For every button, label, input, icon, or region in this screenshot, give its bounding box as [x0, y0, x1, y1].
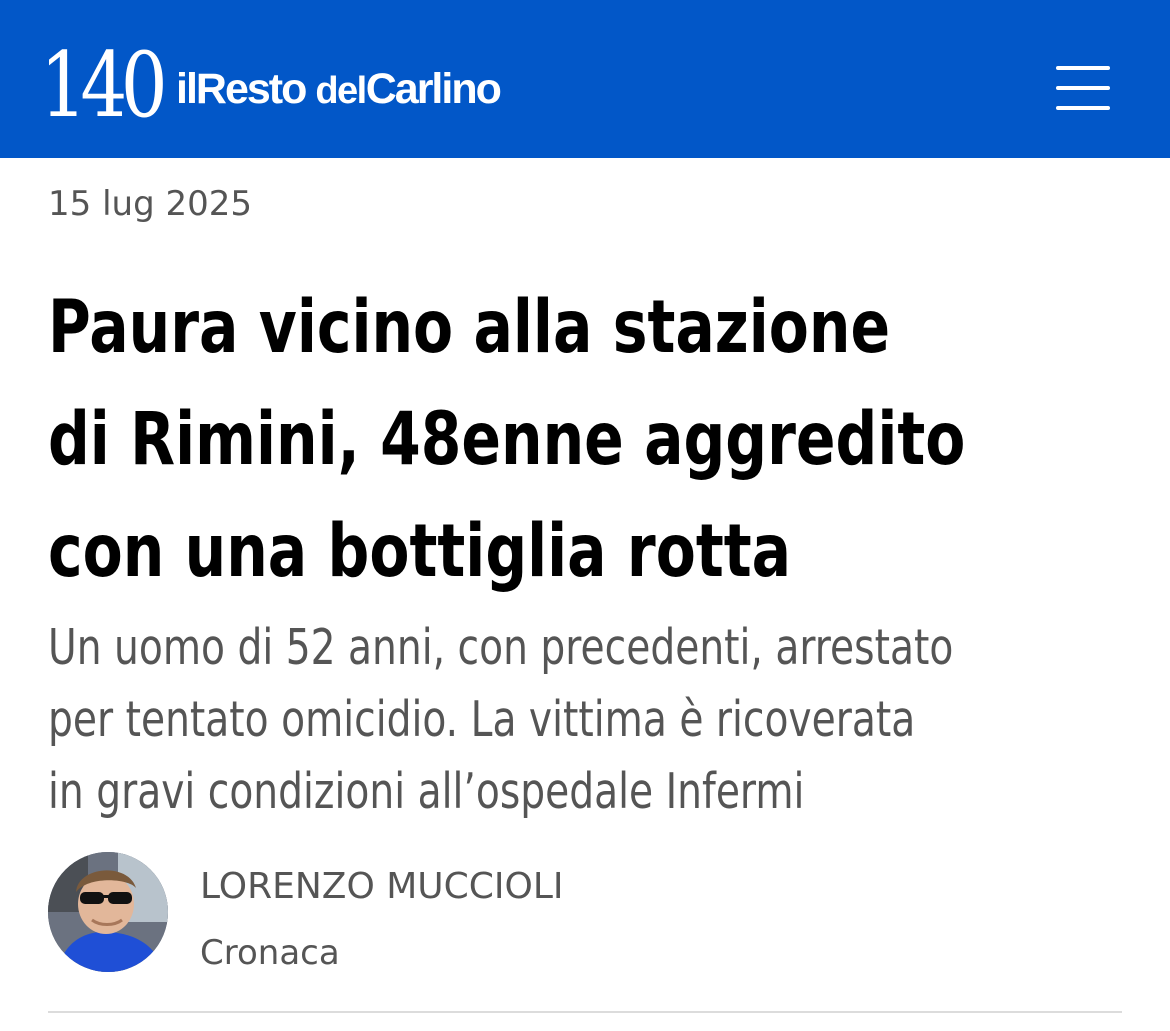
headline-line: di Rimini, 48enne aggredito: [48, 397, 966, 482]
logo-word-il: il: [176, 65, 198, 113]
headline-line: con una bottiglia rotta: [48, 509, 792, 594]
subtitle-line: per tentato omicidio. La vittima è ricov…: [48, 691, 916, 748]
subtitle-line: in gravi condizioni all’ospedale Infermi: [48, 763, 805, 820]
article-date: 15 lug 2025: [48, 184, 252, 224]
author-avatar[interactable]: [48, 852, 168, 972]
author-name[interactable]: LORENZO MUCCIOLI: [200, 862, 564, 912]
menu-button[interactable]: [1048, 60, 1118, 116]
site-header: 140 ilResto delCarlino: [0, 0, 1170, 158]
article-headline: Paura vicino alla stazione di Rimini, 48…: [48, 272, 1148, 608]
article-category[interactable]: Cronaca: [200, 928, 340, 978]
subtitle-line: Un uomo di 52 anni, con precedenti, arre…: [48, 619, 954, 676]
article-subtitle: Un uomo di 52 anni, con precedenti, arre…: [48, 612, 1148, 828]
logo-word-del: del: [315, 70, 367, 112]
logo-word-resto: Resto: [195, 65, 307, 113]
divider: [48, 1011, 1122, 1013]
headline-line: Paura vicino alla stazione: [48, 285, 891, 370]
site-logo-text[interactable]: ilResto delCarlino: [176, 58, 502, 120]
author-photo-icon: [48, 852, 168, 972]
logo-word-carlino: Carlino: [365, 65, 502, 113]
logo-140[interactable]: 140: [40, 36, 168, 136]
